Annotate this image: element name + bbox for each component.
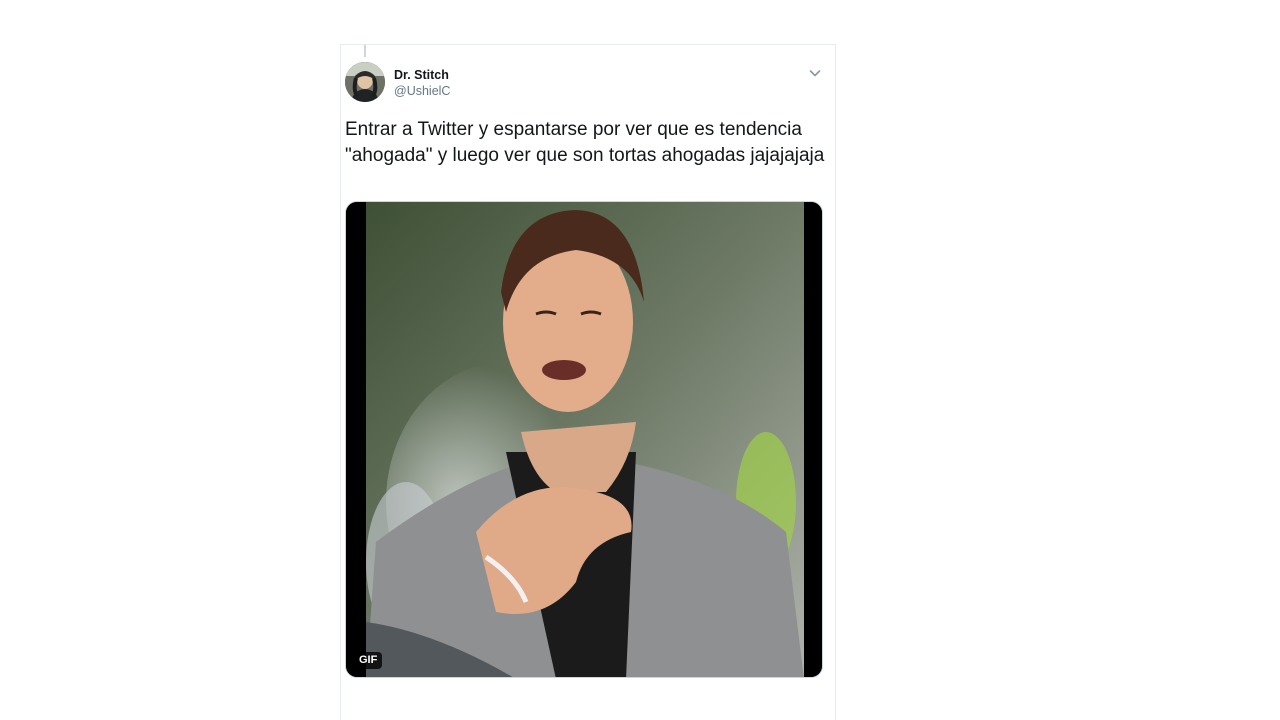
tweet-card[interactable]: Dr. Stitch @UshielC Entrar a Twitter y e… bbox=[340, 44, 836, 720]
tweet-author[interactable]: Dr. Stitch @UshielC bbox=[394, 67, 450, 99]
author-handle[interactable]: @UshielC bbox=[394, 83, 450, 99]
gif-badge: GIF bbox=[354, 652, 383, 669]
avatar[interactable] bbox=[345, 62, 385, 102]
chevron-down-icon[interactable] bbox=[807, 65, 823, 81]
avatar-image bbox=[345, 62, 385, 102]
tweet-media-gif[interactable]: GIF bbox=[345, 201, 823, 678]
gif-image bbox=[346, 202, 822, 677]
thread-connector-line bbox=[364, 45, 366, 57]
author-display-name[interactable]: Dr. Stitch bbox=[394, 67, 450, 83]
tweet-text: Entrar a Twitter y espantarse por ver qu… bbox=[345, 119, 825, 166]
